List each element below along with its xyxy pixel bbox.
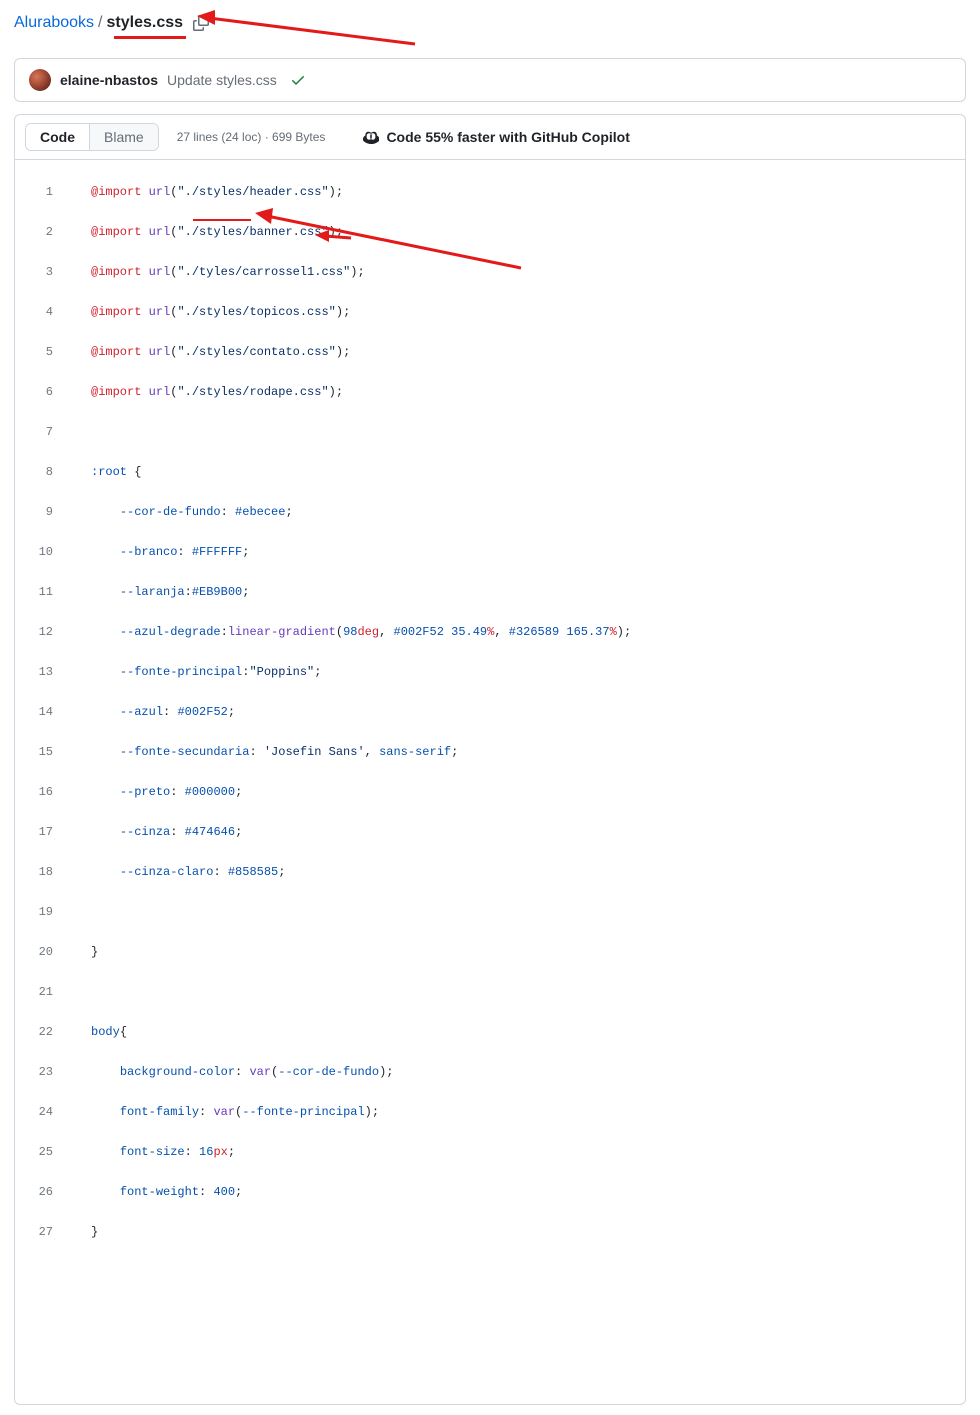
- code-line: 26 font-weight: 400;: [15, 1182, 965, 1202]
- copilot-promo-label: Code 55% faster with GitHub Copilot: [386, 129, 629, 145]
- line-number[interactable]: 24: [15, 1102, 73, 1122]
- line-number[interactable]: 23: [15, 1062, 73, 1082]
- code-line: 21: [15, 982, 965, 1002]
- file-info-text: 27 lines (24 loc) · 699 Bytes: [177, 130, 326, 144]
- line-number[interactable]: 26: [15, 1182, 73, 1202]
- code-line: 4@import url("./styles/topicos.css");: [15, 302, 965, 322]
- line-number[interactable]: 4: [15, 302, 73, 322]
- line-number[interactable]: 13: [15, 662, 73, 682]
- line-number[interactable]: 21: [15, 982, 73, 1002]
- line-number[interactable]: 12: [15, 622, 73, 642]
- code-line: 22body{: [15, 1022, 965, 1042]
- line-number[interactable]: 19: [15, 902, 73, 922]
- line-number[interactable]: 22: [15, 1022, 73, 1042]
- breadcrumb: Alurabooks / styles.css: [14, 10, 966, 42]
- line-number[interactable]: 18: [15, 862, 73, 882]
- code-line: 19: [15, 902, 965, 922]
- breadcrumb-separator: /: [98, 14, 102, 32]
- code-line: 20}: [15, 942, 965, 962]
- commit-message-link[interactable]: Update styles.css: [167, 72, 277, 88]
- code-line: 17 --cinza: #474646;: [15, 822, 965, 842]
- latest-commit-bar: elaine-nbastos Update styles.css: [14, 58, 966, 102]
- code-line: 10 --branco: #FFFFFF;: [15, 542, 965, 562]
- line-number[interactable]: 16: [15, 782, 73, 802]
- avatar[interactable]: [29, 69, 51, 91]
- breadcrumb-filename: styles.css: [107, 14, 184, 32]
- code-line: 14 --azul: #002F52;: [15, 702, 965, 722]
- commit-author-link[interactable]: elaine-nbastos: [60, 72, 158, 88]
- file-view-toolbar: Code Blame 27 lines (24 loc) · 699 Bytes…: [15, 115, 965, 160]
- check-icon[interactable]: [290, 72, 306, 88]
- code-line: 9 --cor-de-fundo: #ebecee;: [15, 502, 965, 522]
- line-number[interactable]: 14: [15, 702, 73, 722]
- file-view-panel: Code Blame 27 lines (24 loc) · 699 Bytes…: [14, 114, 966, 1405]
- code-line: 11 --laranja:#EB9B00;: [15, 582, 965, 602]
- line-number[interactable]: 17: [15, 822, 73, 842]
- line-number[interactable]: 9: [15, 502, 73, 522]
- line-number[interactable]: 8: [15, 462, 73, 482]
- annotation-underline: [193, 219, 251, 221]
- annotation-underline: [114, 36, 186, 39]
- code-line: 15 --fonte-secundaria: 'Josefin Sans', s…: [15, 742, 965, 762]
- tab-code[interactable]: Code: [26, 124, 89, 150]
- line-number[interactable]: 7: [15, 422, 73, 442]
- copy-path-icon[interactable]: [193, 15, 209, 31]
- line-number[interactable]: 15: [15, 742, 73, 762]
- line-number[interactable]: 11: [15, 582, 73, 602]
- code-line: 18 --cinza-claro: #858585;: [15, 862, 965, 882]
- tab-blame[interactable]: Blame: [89, 124, 158, 150]
- line-number[interactable]: 27: [15, 1222, 73, 1242]
- line-number[interactable]: 10: [15, 542, 73, 562]
- code-line: 25 font-size: 16px;: [15, 1142, 965, 1162]
- view-mode-tabs: Code Blame: [25, 123, 159, 151]
- code-view: 1@import url("./styles/header.css"); 2@i…: [15, 160, 965, 1404]
- code-line: 27}: [15, 1222, 965, 1242]
- breadcrumb-repo-link[interactable]: Alurabooks: [14, 14, 94, 32]
- code-line: 8:root {: [15, 462, 965, 482]
- line-number[interactable]: 25: [15, 1142, 73, 1162]
- code-line: 13 --fonte-principal:"Poppins";: [15, 662, 965, 682]
- code-line: 24 font-family: var(--fonte-principal);: [15, 1102, 965, 1122]
- code-line: 7: [15, 422, 965, 442]
- line-number[interactable]: 20: [15, 942, 73, 962]
- line-number[interactable]: 2: [15, 222, 73, 242]
- code-line: 16 --preto: #000000;: [15, 782, 965, 802]
- line-number[interactable]: 5: [15, 342, 73, 362]
- line-number[interactable]: 1: [15, 182, 73, 202]
- line-number[interactable]: 3: [15, 262, 73, 282]
- code-line: 23 background-color: var(--cor-de-fundo)…: [15, 1062, 965, 1082]
- code-line: 1@import url("./styles/header.css");: [15, 182, 965, 202]
- copilot-promo-button[interactable]: Code 55% faster with GitHub Copilot: [363, 129, 629, 145]
- code-line: 2@import url("./styles/banner.css");: [15, 222, 965, 242]
- code-line: 3@import url("./tyles/carrossel1.css");: [15, 262, 965, 282]
- code-line: 5@import url("./styles/contato.css");: [15, 342, 965, 362]
- line-number[interactable]: 6: [15, 382, 73, 402]
- code-line: 12 --azul-degrade:linear-gradient(98deg,…: [15, 622, 965, 642]
- copilot-icon: [363, 129, 379, 145]
- code-line: 6@import url("./styles/rodape.css");: [15, 382, 965, 402]
